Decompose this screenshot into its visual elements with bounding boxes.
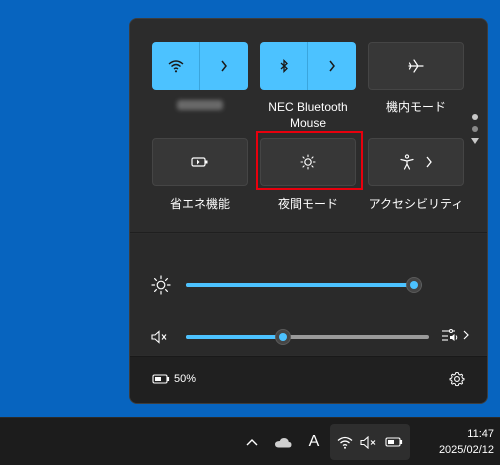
gear-icon — [449, 372, 465, 387]
battery-percentage: 50% — [174, 373, 197, 385]
network-volume-battery-button[interactable] — [330, 424, 410, 460]
bluetooth-expand-button[interactable] — [308, 42, 356, 90]
volume-fill — [186, 335, 283, 339]
volume-slider-row — [130, 322, 487, 352]
brightness-fill — [186, 283, 422, 287]
night-light-icon — [300, 154, 316, 170]
sliders-area — [130, 234, 487, 355]
chevron-right-icon — [426, 156, 432, 168]
brightness-slider[interactable] — [186, 277, 422, 293]
bluetooth-tile[interactable] — [260, 42, 356, 90]
accessibility-label: アクセシビリティ — [368, 197, 464, 211]
accessibility-tile[interactable] — [368, 138, 464, 186]
chevron-right-icon — [221, 60, 227, 72]
page-dot-active[interactable] — [472, 114, 478, 120]
airplane-mode-label: 機内モード — [385, 100, 446, 114]
wifi-icon — [168, 60, 183, 73]
brightness-slider-row — [130, 270, 487, 300]
battery-icon — [152, 374, 170, 384]
tile-page-indicator[interactable] — [471, 114, 479, 144]
volume-thumb[interactable] — [275, 329, 291, 345]
wifi-icon — [337, 436, 353, 449]
battery-saver-label: 省エネ機能 — [169, 197, 230, 211]
battery-saver-icon — [191, 157, 208, 167]
clock-time: 11:47 — [467, 428, 494, 440]
clock-button[interactable]: 11:47 2025/02/12 — [418, 426, 494, 458]
volume-slider[interactable] — [186, 329, 429, 345]
page-dot[interactable] — [472, 126, 478, 132]
bluetooth-label: NEC Bluetooth Mouse — [268, 100, 348, 130]
quick-settings-tiles-area: NEC Bluetooth Mouse 機内モード 省エネ機能 夜間モード アク… — [130, 19, 487, 233]
night-light-label: 夜間モード — [277, 197, 338, 211]
taskbar: A 11:47 2025/02/12 — [0, 417, 500, 465]
wifi-tile[interactable] — [152, 42, 248, 90]
battery-status[interactable]: 50% — [152, 373, 196, 385]
quick-settings-panel: NEC Bluetooth Mouse 機内モード 省エネ機能 夜間モード アク… — [129, 18, 488, 404]
chevron-up-icon — [246, 439, 258, 446]
sound-output-button[interactable] — [441, 328, 469, 342]
night-light-tile[interactable] — [260, 138, 356, 186]
bluetooth-icon — [280, 59, 288, 73]
chevron-right-icon — [463, 330, 469, 340]
quick-settings-footer: 50% — [130, 356, 487, 403]
brightness-thumb[interactable] — [406, 277, 422, 293]
settings-button[interactable] — [449, 371, 465, 392]
speaker-muted-icon — [360, 435, 376, 449]
battery-icon — [385, 437, 402, 447]
onedrive-button[interactable] — [272, 418, 294, 465]
bluetooth-toggle[interactable] — [260, 42, 308, 90]
brightness-icon — [150, 275, 172, 295]
show-hidden-icons-button[interactable] — [242, 418, 262, 465]
sound-output-icon — [442, 329, 458, 341]
onedrive-cloud-icon — [275, 437, 292, 447]
airplane-icon — [408, 59, 424, 73]
accessibility-icon — [400, 154, 414, 170]
blurred-network-name — [177, 100, 223, 110]
wifi-network-label — [145, 97, 255, 114]
speaker-muted-icon[interactable] — [150, 328, 172, 346]
clock-date: 2025/02/12 — [438, 444, 494, 456]
airplane-mode-tile[interactable] — [368, 42, 464, 90]
battery-saver-tile[interactable] — [152, 138, 248, 186]
wifi-expand-button[interactable] — [200, 42, 248, 90]
wifi-toggle[interactable] — [152, 42, 200, 90]
caret-down-icon[interactable] — [471, 138, 479, 144]
ime-indicator[interactable]: A — [304, 418, 324, 465]
chevron-right-icon — [329, 60, 335, 72]
